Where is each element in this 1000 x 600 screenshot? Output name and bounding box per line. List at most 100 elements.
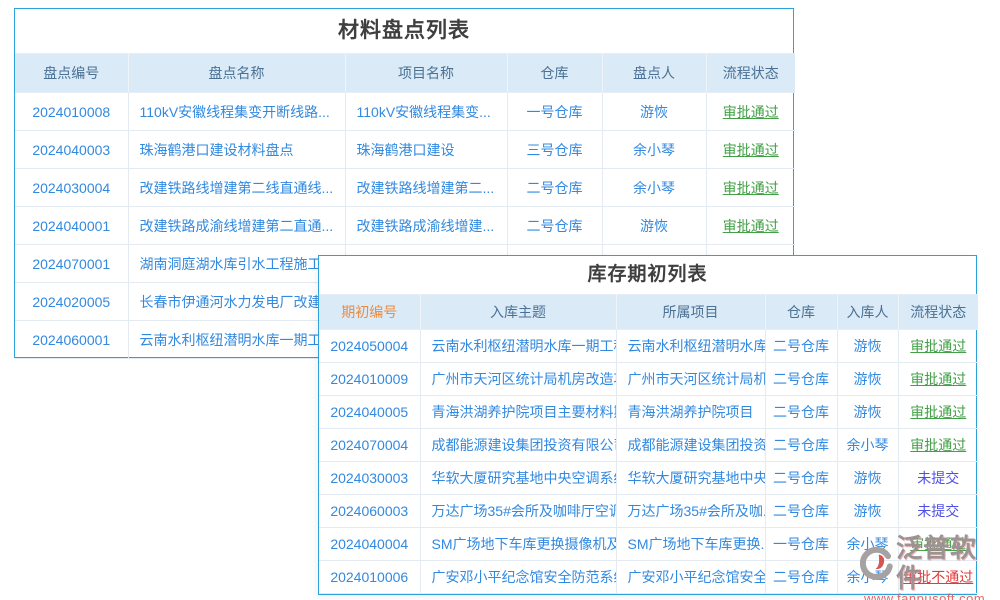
cell-project: 云南水利枢纽潜明水库... [616,330,765,363]
cell-status[interactable]: 未提交 [898,462,978,495]
cell-subject: 长春市伊通河水力发电厂改建 [128,283,345,321]
cell-subject: 青海洪湖养护院项目主要材料期... [420,396,616,429]
cell-project: 成都能源建设集团投资... [616,429,765,462]
cell-subject: 改建铁路线增建第二线直通线... [128,169,345,207]
cell-person: 余小琴 [602,131,706,169]
column-header-cell-warehouse: 仓库 [765,295,837,330]
cell-person: 游恢 [837,495,898,528]
cell-person: 余小琴 [837,429,898,462]
cell-id[interactable]: 2024040004 [319,528,420,561]
cell-id[interactable]: 2024060003 [319,495,420,528]
cell-warehouse: 二号仓库 [765,462,837,495]
cell-status[interactable]: 审批不通过 [898,561,978,594]
cell-status[interactable]: 审批通过 [898,528,978,561]
cell-id[interactable]: 2024060001 [15,321,128,359]
cell-warehouse: 二号仓库 [507,169,602,207]
table-row[interactable]: 2024010009广州市天河区统计局机房改造项...广州市天河区统计局机...… [319,363,978,396]
cell-status[interactable]: 审批通过 [706,207,795,245]
cell-warehouse: 二号仓库 [765,363,837,396]
cell-subject: 华软大厦研究基地中央空调系统... [420,462,616,495]
stock-opening-title: 库存期初列表 [319,256,976,294]
material-inventory-title: 材料盘点列表 [15,9,793,53]
cell-id[interactable]: 2024030003 [319,462,420,495]
header-row: 盘点编号盘点名称项目名称仓库盘点人流程状态 [15,54,795,93]
table-row[interactable]: 2024050004云南水利枢纽潜明水库一期工程...云南水利枢纽潜明水库...… [319,330,978,363]
column-header-cell-warehouse: 仓库 [507,54,602,93]
cell-person: 余小琴 [837,561,898,594]
column-header-cell-subject: 盘点名称 [128,54,345,93]
cell-person: 余小琴 [602,169,706,207]
cell-warehouse: 二号仓库 [765,495,837,528]
cell-subject: 云南水利枢纽潜明水库一期工程... [420,330,616,363]
column-header-cell-project: 所属项目 [616,295,765,330]
cell-project: 110kV安徽线程集变... [345,93,507,131]
column-header-cell-person: 盘点人 [602,54,706,93]
stock-opening-header-row: 期初编号入库主题所属项目仓库入库人流程状态 [319,295,978,330]
cell-project: 广州市天河区统计局机... [616,363,765,396]
table-row[interactable]: 2024040004SM广场地下车库更换摄像机及...SM广场地下车库更换...… [319,528,978,561]
cell-id[interactable]: 2024040003 [15,131,128,169]
cell-subject: 改建铁路成渝线增建第二直通... [128,207,345,245]
cell-project: 万达广场35#会所及咖... [616,495,765,528]
cell-id[interactable]: 2024040005 [319,396,420,429]
column-header-cell-id: 期初编号 [319,295,420,330]
table-row[interactable]: 2024010006广安邓小平纪念馆安全防范系统...广安邓小平纪念馆安全...… [319,561,978,594]
cell-warehouse: 二号仓库 [765,396,837,429]
cell-id[interactable]: 2024070001 [15,245,128,283]
cell-id[interactable]: 2024010008 [15,93,128,131]
cell-person: 游恢 [837,396,898,429]
cell-subject: 万达广场35#会所及咖啡厅空调... [420,495,616,528]
cell-warehouse: 二号仓库 [765,561,837,594]
table-row[interactable]: 2024010008110kV安徽线程集变开断线路...110kV安徽线程集变.… [15,93,795,131]
column-header-cell-person: 入库人 [837,295,898,330]
cell-status[interactable]: 审批通过 [898,363,978,396]
cell-status[interactable]: 审批通过 [706,131,795,169]
cell-warehouse: 二号仓库 [765,429,837,462]
table-row[interactable]: 2024030003华软大厦研究基地中央空调系统...华软大厦研究基地中央...… [319,462,978,495]
cell-person: 游恢 [837,330,898,363]
cell-id[interactable]: 2024040001 [15,207,128,245]
header-row: 期初编号入库主题所属项目仓库入库人流程状态 [319,295,978,330]
material-inventory-header-row: 盘点编号盘点名称项目名称仓库盘点人流程状态 [15,54,795,93]
cell-subject: 湖南洞庭湖水库引水工程施工 [128,245,345,283]
cell-id[interactable]: 2024050004 [319,330,420,363]
cell-person: 游恢 [837,363,898,396]
cell-project: 广安邓小平纪念馆安全... [616,561,765,594]
cell-id[interactable]: 2024010009 [319,363,420,396]
cell-status[interactable]: 未提交 [898,495,978,528]
cell-status[interactable]: 审批通过 [898,330,978,363]
cell-subject: 广州市天河区统计局机房改造项... [420,363,616,396]
cell-subject: 成都能源建设集团投资有限公司... [420,429,616,462]
cell-project: 华软大厦研究基地中央... [616,462,765,495]
cell-subject: 广安邓小平纪念馆安全防范系统... [420,561,616,594]
cell-person: 游恢 [602,93,706,131]
cell-subject: 110kV安徽线程集变开断线路... [128,93,345,131]
table-row[interactable]: 2024040005青海洪湖养护院项目主要材料期...青海洪湖养护院项目二号仓库… [319,396,978,429]
cell-subject: 云南水利枢纽潜明水库一期工 [128,321,345,359]
cell-status[interactable]: 审批通过 [706,169,795,207]
cell-warehouse: 三号仓库 [507,131,602,169]
cell-status[interactable]: 审批通过 [706,93,795,131]
table-row[interactable]: 2024040003珠海鹤港口建设材料盘点珠海鹤港口建设三号仓库余小琴审批通过 [15,131,795,169]
cell-person: 游恢 [837,462,898,495]
cell-warehouse: 一号仓库 [765,528,837,561]
table-row[interactable]: 2024060003万达广场35#会所及咖啡厅空调...万达广场35#会所及咖.… [319,495,978,528]
cell-warehouse: 一号仓库 [507,93,602,131]
cell-id[interactable]: 2024070004 [319,429,420,462]
stock-opening-list-card: 库存期初列表 期初编号入库主题所属项目仓库入库人流程状态 2024050004云… [318,255,977,595]
cell-status[interactable]: 审批通过 [898,429,978,462]
column-header-cell-project: 项目名称 [345,54,507,93]
stock-opening-body: 2024050004云南水利枢纽潜明水库一期工程...云南水利枢纽潜明水库...… [319,330,978,594]
cell-status[interactable]: 审批通过 [898,396,978,429]
table-row[interactable]: 2024070004成都能源建设集团投资有限公司...成都能源建设集团投资...… [319,429,978,462]
cell-subject: 珠海鹤港口建设材料盘点 [128,131,345,169]
cell-id[interactable]: 2024030004 [15,169,128,207]
cell-project: SM广场地下车库更换... [616,528,765,561]
cell-id[interactable]: 2024020005 [15,283,128,321]
cell-project: 青海洪湖养护院项目 [616,396,765,429]
table-row[interactable]: 2024030004改建铁路线增建第二线直通线...改建铁路线增建第二...二号… [15,169,795,207]
cell-subject: SM广场地下车库更换摄像机及... [420,528,616,561]
cell-person: 游恢 [602,207,706,245]
cell-id[interactable]: 2024010006 [319,561,420,594]
table-row[interactable]: 2024040001改建铁路成渝线增建第二直通...改建铁路成渝线增建...二号… [15,207,795,245]
